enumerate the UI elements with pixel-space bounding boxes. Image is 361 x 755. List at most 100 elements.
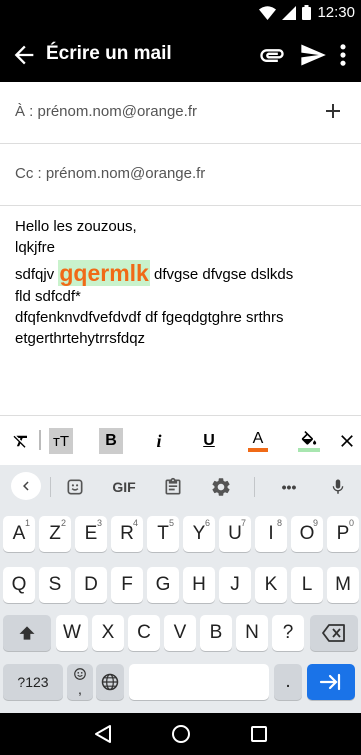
- page-title: Écrire un mail: [46, 43, 172, 64]
- enter-icon: [319, 673, 341, 691]
- key-u[interactable]: U7: [219, 516, 251, 552]
- clear-format-icon[interactable]: [12, 428, 30, 454]
- key-q[interactable]: Q: [3, 567, 35, 603]
- to-field[interactable]: À : prénom.nom@orange.fr: [0, 82, 361, 144]
- key-j[interactable]: J: [219, 567, 251, 603]
- key-l[interactable]: L: [291, 567, 323, 603]
- back-arrow-icon[interactable]: [10, 41, 38, 69]
- emoji-comma-key[interactable]: ,: [67, 664, 93, 700]
- highlight-color-button[interactable]: [296, 428, 322, 454]
- backspace-key[interactable]: [310, 615, 358, 651]
- keyboard: GIF ••• A1Z2E3R4T5Y6U7I8O9P0QSDFGHJKLMWX…: [0, 465, 361, 713]
- space-bar[interactable]: [129, 664, 269, 700]
- sticker-button[interactable]: [62, 473, 88, 501]
- key-label: A: [12, 523, 26, 544]
- message-line: Hello les zouzous,: [15, 218, 137, 235]
- attachment-icon[interactable]: [258, 41, 286, 69]
- key-hint: 0: [348, 518, 354, 528]
- message-body[interactable]: Hello les zouzous, lqkjfre sdfqjv gqerml…: [15, 216, 350, 349]
- add-icon[interactable]: [321, 99, 345, 123]
- italic-button[interactable]: i: [149, 428, 169, 454]
- key-v[interactable]: V: [164, 615, 196, 651]
- key-label: Z: [49, 523, 61, 544]
- globe-key[interactable]: [96, 664, 124, 700]
- highlight-color-swatch: [298, 447, 320, 452]
- bold-button[interactable]: B: [99, 428, 123, 454]
- key-k[interactable]: K: [255, 567, 287, 603]
- backspace-icon: [322, 624, 345, 642]
- key-label: E: [84, 523, 98, 544]
- key-hint: 1: [24, 518, 30, 528]
- key-w[interactable]: W: [56, 615, 88, 651]
- send-icon[interactable]: [299, 41, 327, 69]
- key-a[interactable]: A1: [3, 516, 35, 552]
- gear-icon: [212, 478, 230, 496]
- key-p[interactable]: P0: [327, 516, 359, 552]
- key-r[interactable]: R4: [111, 516, 143, 552]
- key-z[interactable]: Z2: [39, 516, 71, 552]
- more-button[interactable]: •••: [274, 473, 304, 501]
- more-vert-icon[interactable]: [329, 41, 357, 69]
- period-key[interactable]: .: [274, 664, 302, 700]
- keyboard-back-button[interactable]: [11, 472, 41, 500]
- emoji-icon: [74, 668, 86, 680]
- key-hint: 4: [132, 518, 138, 528]
- text-size-button[interactable]: тT: [49, 428, 73, 454]
- key-g[interactable]: G: [147, 567, 179, 603]
- key-m[interactable]: M: [327, 567, 359, 603]
- navigation-bar: [0, 713, 361, 755]
- key-s[interactable]: S: [39, 567, 71, 603]
- text-color-button[interactable]: A: [247, 428, 269, 454]
- key-hint: 5: [168, 518, 174, 528]
- gif-button[interactable]: GIF: [108, 473, 140, 501]
- sticker-icon: [67, 479, 83, 495]
- nav-home-icon[interactable]: [169, 722, 193, 746]
- status-bar: 12:30: [0, 0, 361, 28]
- key-x[interactable]: X: [92, 615, 124, 651]
- highlighted-text: gqermlk: [58, 260, 150, 286]
- app-bar: Écrire un mail: [0, 28, 361, 82]
- wifi-icon: [259, 5, 277, 20]
- underline-button[interactable]: U: [198, 428, 220, 454]
- shift-icon: [19, 626, 35, 640]
- key-h[interactable]: H: [183, 567, 215, 603]
- key-question[interactable]: ?: [272, 615, 304, 651]
- key-d[interactable]: D: [75, 567, 107, 603]
- enter-key[interactable]: [307, 664, 355, 700]
- shift-key[interactable]: [3, 615, 51, 651]
- key-o[interactable]: O9: [291, 516, 323, 552]
- fill-bucket-icon: [301, 430, 317, 445]
- nav-recents-icon[interactable]: [247, 722, 271, 746]
- text-color-swatch: [248, 447, 268, 452]
- key-hint: 9: [312, 518, 318, 528]
- message-line: lqkjfre: [15, 239, 56, 256]
- nav-back-icon[interactable]: [91, 722, 115, 746]
- key-c[interactable]: C: [128, 615, 160, 651]
- key-hint: 7: [240, 518, 246, 528]
- toolbar-divider: [254, 477, 255, 497]
- mic-button[interactable]: [326, 473, 350, 501]
- settings-button[interactable]: [208, 473, 234, 501]
- clipboard-button[interactable]: [160, 473, 186, 501]
- key-i[interactable]: I8: [255, 516, 287, 552]
- message-text: sdfqjv: [15, 266, 59, 283]
- message-line: etgerthrtehytrrsfdqz: [15, 330, 146, 347]
- clipboard-icon: [165, 477, 181, 495]
- to-field-label: À : prénom.nom@orange.fr: [15, 103, 197, 120]
- key-label: U: [228, 523, 242, 544]
- cc-field[interactable]: Cc : prénom.nom@orange.fr: [0, 144, 361, 206]
- key-f[interactable]: F: [111, 567, 143, 603]
- text-color-label: A: [252, 429, 264, 447]
- format-toolbar: тT B i U A: [0, 415, 361, 465]
- key-e[interactable]: E3: [75, 516, 107, 552]
- key-y[interactable]: Y6: [183, 516, 215, 552]
- key-b[interactable]: B: [200, 615, 232, 651]
- key-hint: 3: [96, 518, 102, 528]
- key-label: R: [120, 523, 134, 544]
- close-icon[interactable]: [337, 428, 357, 454]
- symbols-key[interactable]: ?123: [3, 664, 63, 700]
- key-t[interactable]: T5: [147, 516, 179, 552]
- battery-icon: [302, 5, 312, 20]
- status-time: 12:30: [317, 4, 355, 21]
- key-n[interactable]: N: [236, 615, 268, 651]
